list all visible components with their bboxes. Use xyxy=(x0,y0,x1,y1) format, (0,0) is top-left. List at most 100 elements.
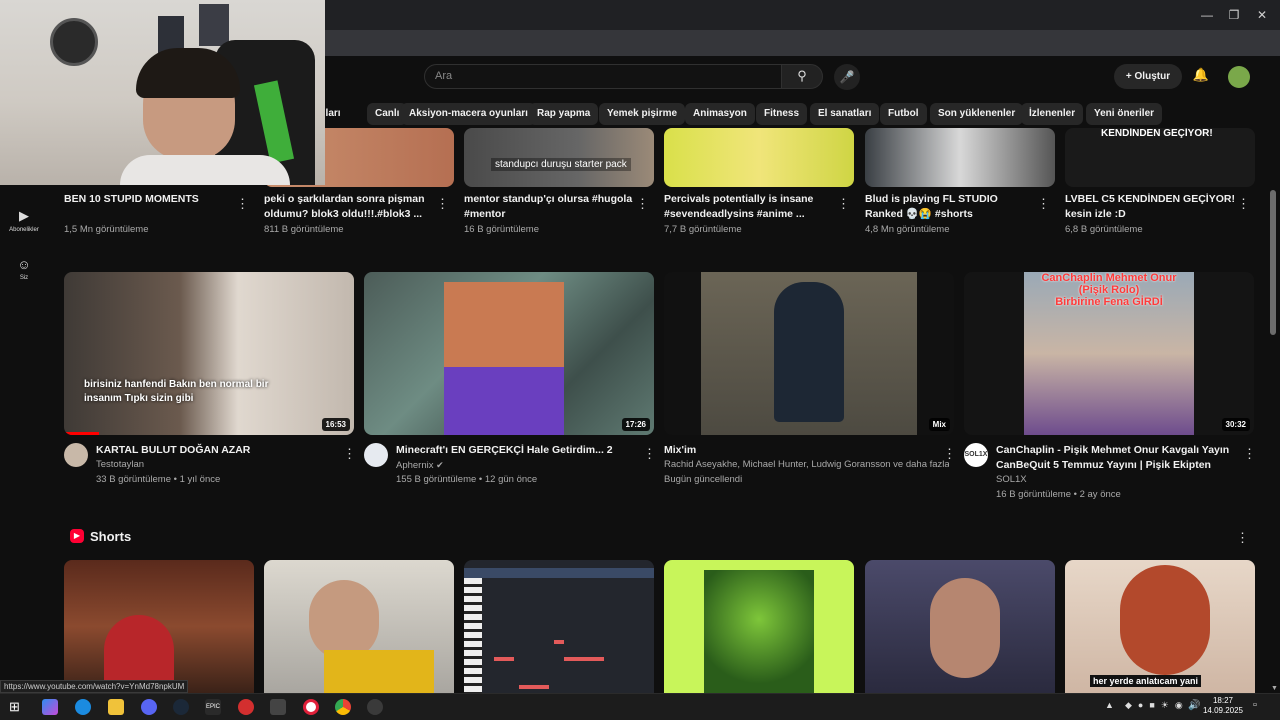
shorts-more-options-icon[interactable]: ⋮ xyxy=(1236,530,1249,546)
chip-aksiyon-macera[interactable]: Aksiyon-macera oyunları xyxy=(401,103,536,125)
video-thumbnail-canchaplin[interactable]: CanChaplin Mehmet Onur (Pişik Rolo) Birb… xyxy=(964,272,1254,435)
more-options-icon[interactable]: ⋮ xyxy=(436,196,449,212)
sidebar-item-subscriptions[interactable]: ▶ Abonelikler xyxy=(0,208,48,233)
notification-center-icon[interactable]: ▫ xyxy=(1253,699,1257,711)
video-duration: 30:32 xyxy=(1221,418,1250,431)
more-options-icon[interactable]: ⋮ xyxy=(943,446,956,462)
create-button[interactable]: + Oluştur xyxy=(1114,64,1182,89)
channel-name[interactable]: Testotaylan xyxy=(96,458,144,472)
video-thumbnail-mix[interactable]: Mix xyxy=(664,272,954,435)
video-thumbnail-kartal[interactable]: birisiniz hanfendi Bakın ben normal bir … xyxy=(64,272,354,435)
edge-icon[interactable] xyxy=(75,699,91,715)
sidebar-item-you[interactable]: ☺ Siz xyxy=(0,257,48,281)
more-options-icon[interactable]: ⋮ xyxy=(236,196,249,212)
midi-note xyxy=(554,640,564,644)
clock[interactable]: 18:27 14.09.2025 xyxy=(1200,696,1246,716)
channel-avatar[interactable] xyxy=(64,443,88,467)
chip-izlenenler[interactable]: İzlenenler xyxy=(1021,103,1084,125)
video-title[interactable]: LVBEL C5 KENDİNDEN GEÇİYOR! kesin izle :… xyxy=(1065,192,1235,222)
create-label: Oluştur xyxy=(1134,71,1171,82)
more-options-icon[interactable]: ⋮ xyxy=(343,446,356,462)
more-options-icon[interactable]: ⋮ xyxy=(1237,196,1250,212)
volume-icon[interactable]: 🔊 xyxy=(1188,700,1200,711)
obs-icon[interactable] xyxy=(367,699,383,715)
tray-chevron-icon[interactable]: ▲ xyxy=(1105,700,1114,710)
chip-fitness[interactable]: Fitness xyxy=(756,103,808,125)
epic-games-icon[interactable]: EPIC xyxy=(205,699,221,715)
thumbnail-caption: birisiniz hanfendi Bakın ben normal bir … xyxy=(84,379,269,404)
video-title[interactable]: Blud is playing FL STUDIO Ranked 💀😭 #sho… xyxy=(865,192,1035,222)
file-explorer-icon[interactable] xyxy=(108,699,124,715)
status-bar-url: https://www.youtube.com/watch?v=YnMd78np… xyxy=(0,680,189,693)
more-options-icon[interactable]: ⋮ xyxy=(1243,446,1256,462)
subscriptions-icon: ▶ xyxy=(19,208,29,223)
short-thumbnail-6[interactable]: her yerde anlatıcam yani xyxy=(1065,560,1255,693)
channel-name[interactable]: SOL1X xyxy=(996,473,1027,487)
chip-son-yuklenenler[interactable]: Son yüklenenler xyxy=(930,103,1024,125)
wall-poster xyxy=(199,4,229,46)
more-options-icon[interactable]: ⋮ xyxy=(837,196,850,212)
video-thumbnail-minecraft[interactable]: 17:26 xyxy=(364,272,654,435)
chip-futbol[interactable]: Futbol xyxy=(880,103,927,125)
more-options-icon[interactable]: ⋮ xyxy=(1037,196,1050,212)
notifications-bell-icon[interactable]: 🔔 xyxy=(1192,67,1210,85)
start-windows-icon[interactable]: ⊞ xyxy=(9,699,25,715)
video-thumbnail-6[interactable]: KENDİNDEN GEÇİYOR! xyxy=(1065,128,1255,187)
chip-rap-yapma[interactable]: Rap yapma xyxy=(529,103,599,125)
short-person xyxy=(309,580,379,660)
video-meta: 16 B görüntüleme xyxy=(464,224,539,235)
app-icon[interactable] xyxy=(270,699,286,715)
close-icon[interactable]: ✕ xyxy=(1250,6,1274,24)
copilot-icon[interactable] xyxy=(42,699,58,715)
video-title[interactable]: peki o şarkılardan sonra pişman oldumu? … xyxy=(264,192,434,222)
discord-icon[interactable] xyxy=(141,699,157,715)
shorts-heading: Shorts xyxy=(90,529,132,544)
video-title[interactable]: Minecraft'ı EN GERÇEKÇİ Hale Getirdim...… xyxy=(396,443,636,458)
short-thumbnail-1[interactable] xyxy=(64,560,254,693)
minimize-icon[interactable]: — xyxy=(1195,6,1219,24)
more-options-icon[interactable]: ⋮ xyxy=(636,196,649,212)
piano-keys xyxy=(464,578,482,693)
sidebar-label-subscriptions: Abonelikler xyxy=(9,227,39,233)
chrome-icon[interactable] xyxy=(335,699,351,715)
thumbnail-headline-line3: Birbirine Fena GİRDİ xyxy=(1055,296,1163,308)
minecraft-body xyxy=(444,367,564,435)
video-meta: 16 B görüntüleme • 2 ay önce xyxy=(996,489,1121,500)
account-avatar[interactable] xyxy=(1228,66,1250,88)
app-icon[interactable] xyxy=(238,699,254,715)
shorts-logo-icon: ▶ xyxy=(70,529,84,543)
channel-name[interactable]: Aphernix ✔ xyxy=(396,458,444,473)
chip-animasyon[interactable]: Animasyon xyxy=(685,103,755,125)
channel-avatar[interactable] xyxy=(364,443,388,467)
search-input[interactable]: Ara xyxy=(424,64,782,89)
voice-search-button[interactable]: 🎤 xyxy=(834,64,860,90)
steam-icon[interactable] xyxy=(173,699,189,715)
tray-icons[interactable]: ◆●■☀◉ xyxy=(1125,700,1189,711)
more-options-icon[interactable]: ⋮ xyxy=(643,446,656,462)
video-title[interactable]: Percivals potentially is insane #sevende… xyxy=(664,192,834,222)
video-title[interactable]: CanChaplin - Pişik Mehmet Onur Kavgalı Y… xyxy=(996,443,1236,473)
video-title[interactable]: KARTAL BULUT DOĞAN AZAR xyxy=(96,443,336,458)
scrollbar[interactable] xyxy=(1270,190,1276,335)
short-thumbnail-4[interactable] xyxy=(664,560,854,693)
restore-icon[interactable]: ❐ xyxy=(1222,6,1246,24)
video-thumbnail-3[interactable]: standupcı duruşu starter pack xyxy=(464,128,654,187)
opera-icon[interactable] xyxy=(303,699,319,715)
short-thumbnail-5[interactable] xyxy=(865,560,1055,693)
video-title[interactable]: mentor standup'çı olursa #hugola #mentor xyxy=(464,192,634,222)
video-thumbnail-5[interactable] xyxy=(865,128,1055,187)
video-title[interactable]: Mix'im xyxy=(664,443,934,458)
search-button[interactable]: ⚲ xyxy=(781,64,823,89)
chip-el-sanatlari[interactable]: El sanatları xyxy=(810,103,880,125)
short-thumbnail-3[interactable] xyxy=(464,560,654,693)
search-icon: ⚲ xyxy=(797,68,807,83)
video-title[interactable]: BEN 10 STUPID MOMENTS xyxy=(64,192,234,207)
microphone-icon: 🎤 xyxy=(839,70,855,84)
video-meta: 7,7 B görüntüleme xyxy=(664,224,742,235)
short-thumbnail-2[interactable] xyxy=(264,560,454,693)
chip-yemek-pisirme[interactable]: Yemek pişirme xyxy=(599,103,686,125)
video-thumbnail-4[interactable] xyxy=(664,128,854,187)
channel-avatar[interactable]: SOL1X xyxy=(964,443,988,467)
scroll-down-arrow-icon[interactable]: ▼ xyxy=(1271,685,1278,692)
chip-yeni-oneriler[interactable]: Yeni öneriler xyxy=(1086,103,1163,125)
